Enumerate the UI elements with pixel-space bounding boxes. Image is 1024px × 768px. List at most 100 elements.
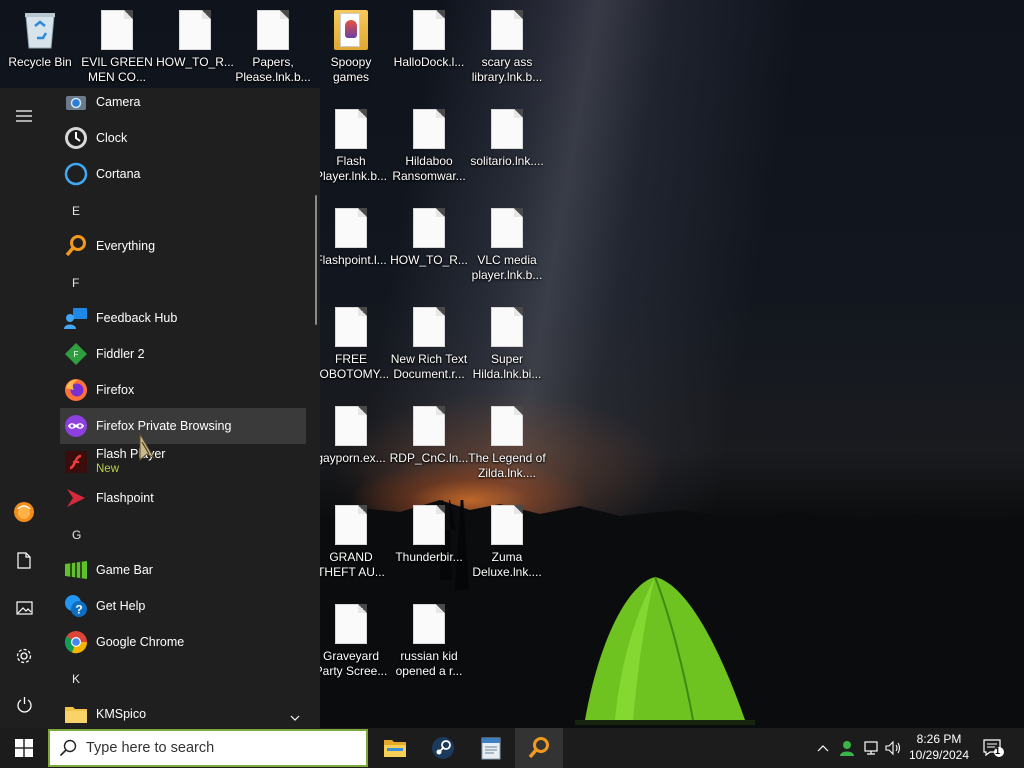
search-icon [50, 739, 86, 757]
taskbar-search-box[interactable] [48, 729, 368, 767]
user-tray-icon[interactable] [836, 728, 858, 768]
file-icon [179, 10, 211, 50]
desktop-icon-file[interactable]: solitario.lnk.... [467, 109, 547, 169]
app-item-label: Game Bar [96, 563, 153, 577]
app-item-label: Cortana [96, 167, 141, 181]
desktop-icon-file[interactable]: GRAND THEFT AU... [311, 505, 391, 580]
file-icon [413, 604, 445, 644]
taskbar-steam[interactable] [419, 728, 467, 768]
folder-icon [334, 10, 368, 50]
file-icon [491, 109, 523, 149]
desktop-icon-file[interactable]: Papers, Please.lnk.b... [233, 10, 313, 85]
app-item-cortana[interactable]: Cortana [60, 156, 306, 192]
app-item-flashpoint[interactable]: Flashpoint [60, 480, 306, 516]
taskbar-clock[interactable]: 8:26 PM 10/29/2024 [904, 731, 974, 763]
desktop-icon-label: solitario.lnk.... [470, 154, 544, 168]
pictures-icon[interactable] [0, 586, 48, 630]
app-item-firefox-private-browsing[interactable]: Firefox Private Browsing [60, 408, 306, 444]
desktop-icon-label: Zuma Deluxe.lnk.... [472, 550, 542, 579]
new-badge: New [96, 463, 120, 475]
desktop-icon-file[interactable]: EVIL GREEN MEN CO... [77, 10, 157, 85]
file-icon [413, 307, 445, 347]
power-icon[interactable] [0, 682, 48, 726]
file-icon [413, 10, 445, 50]
everything-icon [64, 234, 88, 258]
desktop-icon-file[interactable]: VLC media player.lnk.b... [467, 208, 547, 283]
desktop-icon-recycle-bin[interactable]: Recycle Bin [0, 8, 80, 70]
desktop-icon-label: Hildaboo Ransomwar... [392, 154, 466, 183]
app-item-label: Firefox [96, 383, 135, 397]
app-item-fiddler-2[interactable]: F Fiddler 2 [60, 336, 306, 372]
desktop-icon-label: FREE LOBOTOMY... [312, 352, 390, 381]
chevron-down-icon[interactable] [290, 708, 300, 726]
notification-center-button[interactable]: 1 [978, 728, 1008, 768]
desktop-icon-file[interactable]: New Rich Text Document.r... [389, 307, 469, 382]
taskbar-file-explorer[interactable] [371, 728, 419, 768]
desktop-icon-label: RDP_CnC.ln... [389, 451, 469, 465]
app-item-feedback-hub[interactable]: Feedback Hub [60, 300, 306, 336]
taskbar-everything[interactable] [515, 728, 563, 768]
desktop-icon-label: HOW_TO_R... [390, 253, 468, 267]
app-item-game-bar[interactable]: Game Bar [60, 552, 306, 588]
mouse-cursor-icon [139, 432, 156, 462]
network-icon[interactable] [860, 728, 882, 768]
app-item-label: Clock [96, 131, 128, 145]
file-icon [491, 406, 523, 446]
start-menu-scrollbar[interactable] [315, 195, 317, 325]
desktop-icon-file[interactable]: Flash Player.lnk.b... [311, 109, 391, 184]
section-header-g[interactable]: G [72, 528, 81, 542]
desktop-icon-file[interactable]: Thunderbir... [389, 505, 469, 565]
app-item-get-help[interactable]: ? Get Help [60, 588, 306, 624]
desktop-icon-file[interactable]: scary ass library.lnk.b... [467, 10, 547, 85]
section-header-k[interactable]: K [72, 672, 80, 686]
search-input[interactable] [86, 740, 356, 756]
menu-icon[interactable] [0, 94, 48, 138]
file-icon [101, 10, 133, 50]
desktop-icon-file[interactable]: russian kid opened a r... [389, 604, 469, 679]
show-hidden-icons-chevron[interactable] [812, 728, 834, 768]
desktop-icon-file[interactable]: HalloDock.l... [389, 10, 469, 70]
start-button[interactable] [0, 728, 48, 768]
desktop-icon-file[interactable]: Zuma Deluxe.lnk.... [467, 505, 547, 580]
desktop-icon-label: Flash Player.lnk.b... [314, 154, 388, 183]
section-header-e[interactable]: E [72, 204, 80, 218]
file-icon [335, 505, 367, 545]
settings-icon[interactable] [0, 634, 48, 678]
app-item-clock[interactable]: Clock [60, 120, 306, 156]
desktop-icon-file[interactable]: gayporn.ex... [311, 406, 391, 466]
desktop-icon-folder[interactable]: Spoopy games [311, 10, 391, 85]
desktop-icon-label: GRAND THEFT AU... [317, 550, 385, 579]
desktop-icon-file[interactable]: HOW_TO_R... [155, 10, 235, 70]
desktop-icon-label: VLC media player.lnk.b... [471, 253, 543, 282]
desktop-icon-file[interactable]: The Legend of Zilda.lnk.... [467, 406, 547, 481]
app-item-camera[interactable]: Camera [60, 88, 306, 120]
start-menu-rail [0, 88, 48, 728]
user-avatar-icon[interactable] [0, 490, 48, 534]
desktop-icon-file[interactable]: HOW_TO_R... [389, 208, 469, 268]
desktop-icon-file[interactable]: RDP_CnC.ln... [389, 406, 469, 466]
app-item-flash-player[interactable]: Flash Player New [60, 444, 306, 480]
file-icon [491, 208, 523, 248]
app-item-label: KMSpico [96, 707, 147, 721]
desktop-icon-file[interactable]: FREE LOBOTOMY... [311, 307, 391, 382]
desktop-icon-file[interactable]: Graveyard Party Scree... [311, 604, 391, 679]
app-item-label: Google Chrome [96, 635, 185, 649]
desktop-icon-file[interactable]: Super Hilda.lnk.bi... [467, 307, 547, 382]
desktop-icon-file[interactable]: Hildaboo Ransomwar... [389, 109, 469, 184]
app-item-kmspico[interactable]: KMSpico [60, 696, 306, 728]
volume-icon[interactable] [882, 728, 904, 768]
desktop-icon-label: Spoopy games [330, 55, 372, 84]
desktop-icon-file[interactable]: Flashpoint.l... [311, 208, 391, 268]
file-icon [335, 109, 367, 149]
get-help-icon: ? [64, 594, 88, 618]
app-item-firefox[interactable]: Firefox [60, 372, 306, 408]
section-header-f[interactable]: F [72, 276, 79, 290]
desktop-icon-label: scary ass library.lnk.b... [471, 55, 543, 84]
feedback-hub-icon [64, 306, 88, 330]
app-item-google-chrome[interactable]: Google Chrome [60, 624, 306, 660]
app-item-everything[interactable]: Everything [60, 228, 306, 264]
desktop-icon-label: Flashpoint.l... [315, 253, 387, 267]
taskbar-notepad-app[interactable] [467, 728, 515, 768]
steam-icon [432, 737, 454, 759]
documents-icon[interactable] [0, 538, 48, 582]
